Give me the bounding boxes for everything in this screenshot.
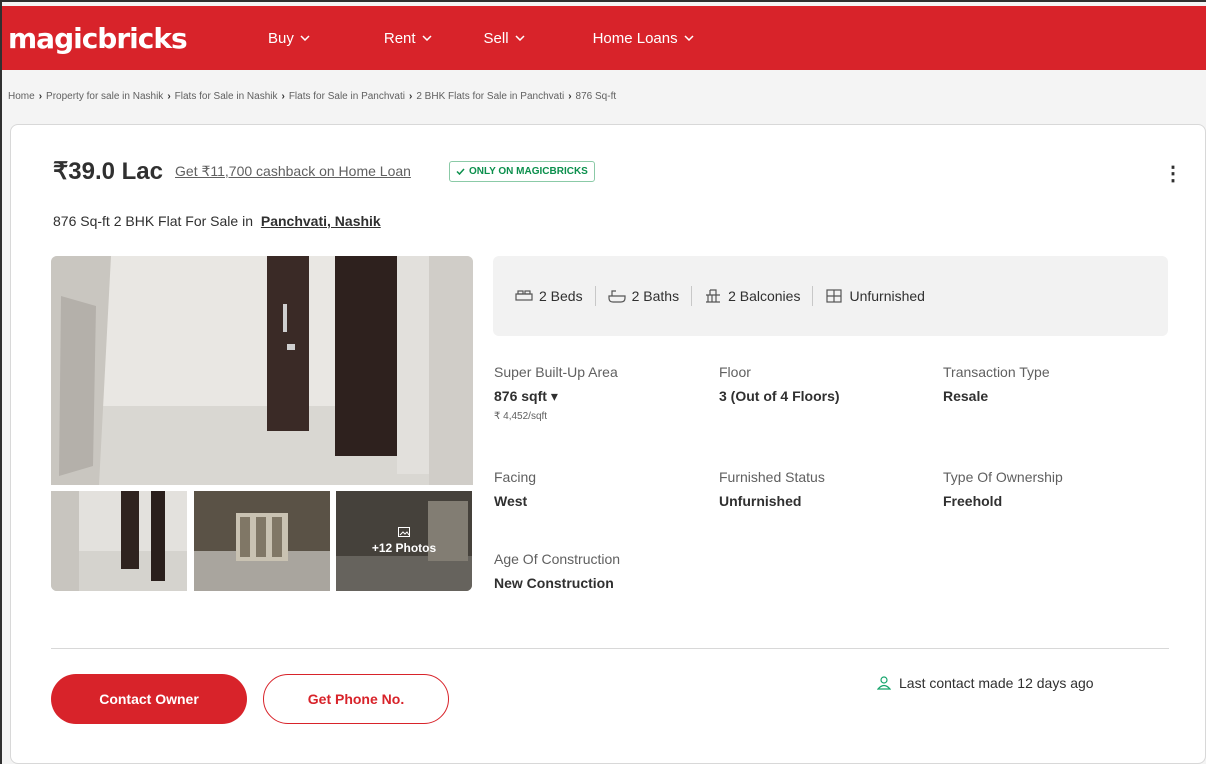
listing-price: ₹39.0 Lac bbox=[53, 158, 164, 185]
chevron-right-icon: › bbox=[38, 90, 43, 102]
chevron-down-icon bbox=[684, 33, 694, 44]
spec-value: 3 (Out of 4 Floors) bbox=[719, 388, 840, 404]
chevron-down-icon bbox=[515, 33, 525, 44]
more-photos-label: +12 Photos bbox=[371, 541, 437, 555]
main-property-photo[interactable] bbox=[51, 256, 473, 485]
nav-sell-label: Sell bbox=[483, 29, 509, 47]
breadcrumb-property-nashik[interactable]: Property for sale in Nashik bbox=[46, 91, 163, 102]
magicbricks-logo[interactable]: magicbricks bbox=[8, 22, 258, 55]
divider bbox=[812, 286, 814, 306]
spec-value: Unfurnished bbox=[719, 493, 802, 509]
nav-rent[interactable]: Rent bbox=[384, 30, 432, 47]
only-on-magicbricks-badge: ONLY ON MAGICBRICKS bbox=[448, 161, 595, 182]
thumbnail-image bbox=[51, 491, 187, 591]
divider bbox=[51, 648, 1169, 649]
spec-label: Floor bbox=[719, 364, 751, 380]
property-thumbnail[interactable] bbox=[51, 491, 187, 591]
spec-value: West bbox=[494, 493, 528, 509]
balconies-label: 2 Balconies bbox=[728, 288, 801, 304]
breadcrumb-home[interactable]: Home bbox=[8, 91, 35, 102]
amenity-balconies: 2 Balconies bbox=[704, 288, 800, 304]
spec-value: New Construction bbox=[494, 575, 614, 591]
more-photos-thumbnail[interactable]: +12 Photos bbox=[336, 491, 472, 591]
property-thumbnail[interactable] bbox=[194, 491, 330, 591]
more-photos-overlay: +12 Photos bbox=[336, 491, 472, 591]
room-photo-image bbox=[51, 256, 473, 485]
cashback-link[interactable]: Get ₹11,700 cashback on Home Loan bbox=[175, 163, 411, 180]
spec-facing: Facing West bbox=[494, 469, 536, 509]
nav-rent-label: Rent bbox=[383, 29, 416, 47]
spec-age: Age Of Construction New Construction bbox=[494, 551, 620, 591]
chevron-down-icon bbox=[422, 33, 432, 44]
amenity-baths: 2 Baths bbox=[607, 288, 680, 304]
balcony-icon bbox=[704, 289, 722, 303]
spec-value[interactable]: 876 sqft ▾ bbox=[494, 388, 618, 405]
spec-label: Age Of Construction bbox=[494, 551, 621, 567]
amenity-beds: 2 Beds bbox=[515, 288, 583, 304]
contact-owner-button[interactable]: Contact Owner bbox=[51, 674, 247, 724]
last-contact-text: Last contact made 12 days ago bbox=[899, 675, 1094, 691]
area-value: 876 sqft bbox=[494, 388, 547, 404]
listing-title-text: 876 Sq-ft 2 BHK Flat For Sale in bbox=[53, 213, 253, 229]
chevron-right-icon: › bbox=[568, 90, 572, 102]
listing-card: ₹39.0 Lac Get ₹11,700 cashback on Home L… bbox=[10, 124, 1206, 764]
listing-location-link[interactable]: Panchvati, Nashik bbox=[261, 213, 381, 229]
divider bbox=[594, 286, 596, 306]
listing-title: 876 Sq-ft 2 BHK Flat For Sale in Panchva… bbox=[53, 213, 381, 229]
chevron-down-icon: ▾ bbox=[550, 388, 558, 404]
spec-area: Super Built-Up Area 876 sqft ▾ ₹ 4,452/s… bbox=[494, 364, 618, 422]
spec-ownership: Type Of Ownership Freehold bbox=[943, 469, 1063, 509]
amenities-bar: 2 Beds 2 Baths 2 Balconies Unfurnished bbox=[493, 256, 1168, 336]
nav-buy[interactable]: Buy bbox=[268, 30, 310, 47]
divider bbox=[691, 286, 693, 306]
spec-label: Transaction Type bbox=[943, 364, 1050, 380]
thumbnail-image bbox=[194, 491, 330, 591]
spec-value: Freehold bbox=[943, 493, 1003, 509]
breadcrumb: Home › Property for sale in Nashik › Fla… bbox=[2, 70, 1206, 122]
chevron-right-icon: › bbox=[409, 90, 413, 102]
breadcrumb-2bhk-panchvati[interactable]: 2 BHK Flats for Sale in Panchvati bbox=[416, 91, 564, 102]
main-nav: Buy Rent Sell Home Loans bbox=[258, 30, 694, 47]
breadcrumb-flats-nashik[interactable]: Flats for Sale in Nashik bbox=[175, 91, 278, 102]
nav-home-loans-label: Home Loans bbox=[592, 29, 678, 47]
spec-label: Furnished Status bbox=[719, 469, 825, 485]
more-options-icon[interactable]: ⋮ bbox=[1163, 161, 1183, 186]
spec-label: Facing bbox=[494, 469, 537, 485]
check-icon bbox=[456, 168, 465, 175]
furnishing-label: Unfurnished bbox=[849, 288, 925, 304]
badge-label: ONLY ON MAGICBRICKS bbox=[468, 166, 588, 177]
beds-label: 2 Beds bbox=[539, 288, 583, 304]
spec-transaction: Transaction Type Resale bbox=[943, 364, 1050, 404]
breadcrumb-flats-panchvati[interactable]: Flats for Sale in Panchvati bbox=[289, 91, 405, 102]
nav-sell[interactable]: Sell bbox=[484, 30, 525, 47]
get-phone-button[interactable]: Get Phone No. bbox=[263, 674, 449, 724]
furnishing-icon bbox=[825, 289, 843, 303]
chevron-right-icon: › bbox=[281, 90, 285, 102]
spec-furnished: Furnished Status Unfurnished bbox=[719, 469, 825, 509]
breadcrumb-current: 876 Sq-ft bbox=[575, 90, 617, 102]
top-nav-bar: magicbricks Buy Rent Sell Home Loans bbox=[2, 6, 1206, 70]
chevron-right-icon: › bbox=[167, 90, 171, 102]
user-icon bbox=[877, 676, 891, 690]
last-contact-info: Last contact made 12 days ago bbox=[877, 675, 1094, 691]
nav-home-loans[interactable]: Home Loans bbox=[593, 30, 694, 47]
spec-label: Super Built-Up Area bbox=[494, 364, 618, 380]
nav-buy-label: Buy bbox=[268, 29, 294, 47]
spec-floor: Floor 3 (Out of 4 Floors) bbox=[719, 364, 840, 404]
chevron-down-icon bbox=[300, 33, 310, 44]
bath-icon bbox=[607, 289, 626, 303]
spec-label: Type Of Ownership bbox=[943, 469, 1063, 485]
bed-icon bbox=[515, 289, 533, 303]
amenity-furnishing: Unfurnished bbox=[825, 288, 925, 304]
image-icon bbox=[398, 527, 410, 537]
price-per-sqft: ₹ 4,452/sqft bbox=[494, 411, 548, 422]
spec-value: Resale bbox=[943, 388, 989, 404]
price-row: ₹39.0 Lac Get ₹11,700 cashback on Home L… bbox=[53, 157, 595, 186]
baths-label: 2 Baths bbox=[631, 288, 680, 304]
